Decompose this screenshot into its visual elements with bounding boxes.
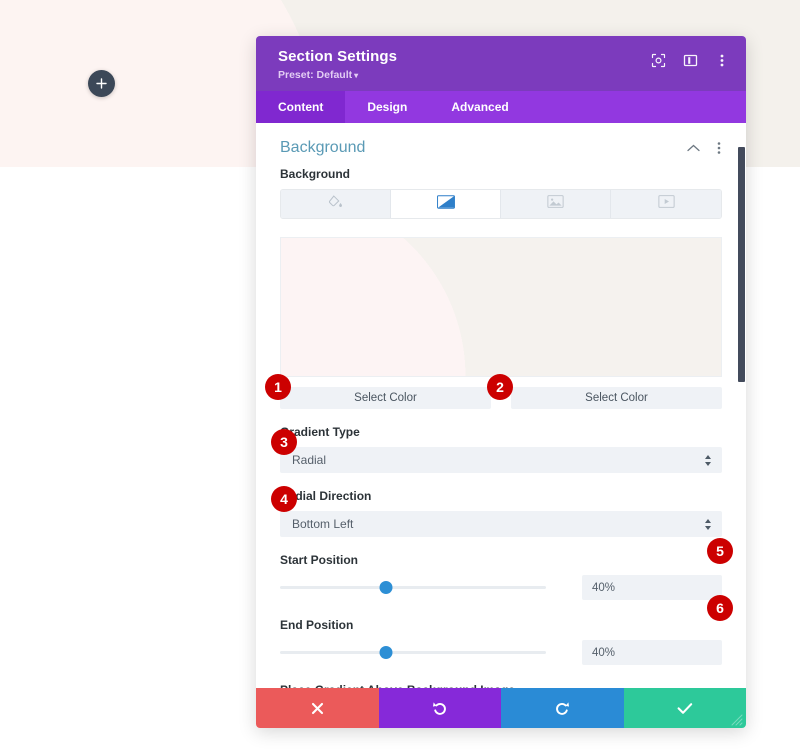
background-label: Background <box>280 167 351 181</box>
panel-layout-icon[interactable] <box>682 52 698 68</box>
bg-image-tab[interactable] <box>501 190 611 218</box>
gradient-type-value: Radial <box>292 453 327 467</box>
annotation-badge-6: 6 <box>707 595 733 621</box>
gradient-preview <box>280 237 722 377</box>
tab-advanced[interactable]: Advanced <box>429 91 530 123</box>
bg-color-tab[interactable] <box>281 190 391 218</box>
modal-footer <box>256 688 746 728</box>
modal-scrollbar-thumb[interactable] <box>738 147 745 382</box>
start-position-input[interactable] <box>582 575 722 600</box>
end-color-button[interactable]: Select Color <box>511 387 722 409</box>
cancel-button[interactable] <box>256 688 379 728</box>
modal-tabs: Content Design Advanced <box>256 91 746 123</box>
modal-header-icons <box>650 52 730 68</box>
slider-track <box>280 586 546 589</box>
bg-video-icon <box>657 195 675 213</box>
preset-selector[interactable]: Preset: Default ▾ <box>278 69 358 81</box>
chevron-up-icon[interactable] <box>686 141 700 155</box>
undo-button[interactable] <box>378 688 501 728</box>
radial-direction-value: Bottom Left <box>292 517 354 531</box>
tab-design[interactable]: Design <box>345 91 429 123</box>
radial-direction-select[interactable]: Bottom Left <box>280 511 722 537</box>
tab-content[interactable]: Content <box>256 91 346 123</box>
section-title: Background <box>280 139 366 156</box>
add-section-button[interactable] <box>88 70 115 97</box>
select-arrows-icon <box>704 518 712 531</box>
modal-body: Background Background Select Color Selec… <box>256 123 746 688</box>
background-field-group: Background Select Color Select Color Gra… <box>256 167 746 688</box>
modal-scrollbar-track[interactable] <box>738 123 746 688</box>
annotation-badge-3: 3 <box>271 429 297 455</box>
bg-color-icon <box>328 194 343 214</box>
end-position-label: End Position <box>280 618 354 632</box>
gradient-type-select[interactable]: Radial <box>280 447 722 473</box>
background-type-tabs <box>280 189 722 219</box>
check-icon <box>677 702 693 715</box>
kebab-menu-icon[interactable] <box>712 141 726 155</box>
start-color-button[interactable]: Select Color <box>280 387 491 409</box>
end-position-input[interactable] <box>582 640 722 665</box>
end-position-slider[interactable] <box>280 643 546 663</box>
undo-icon <box>432 700 448 716</box>
close-icon <box>311 702 324 715</box>
annotation-badge-2: 2 <box>487 374 513 400</box>
annotation-badge-5: 5 <box>707 538 733 564</box>
end-position-slider-row <box>280 640 722 665</box>
start-position-label: Start Position <box>280 553 359 567</box>
annotation-badge-4: 4 <box>271 486 297 512</box>
resize-grip-icon[interactable] <box>731 714 743 726</box>
redo-button[interactable] <box>501 688 624 728</box>
bg-gradient-icon <box>436 194 455 214</box>
bg-video-tab[interactable] <box>611 190 721 218</box>
background-section-header[interactable]: Background <box>256 123 746 167</box>
slider-handle[interactable] <box>379 581 393 594</box>
slider-track <box>280 651 546 654</box>
chevron-down-icon: ▾ <box>354 71 359 80</box>
annotation-badge-1: 1 <box>265 374 291 400</box>
redo-icon <box>554 700 570 716</box>
bg-gradient-tab[interactable] <box>391 190 501 218</box>
bg-image-icon <box>547 195 564 213</box>
gradient-type-label: Gradient Type <box>280 425 360 439</box>
save-button[interactable] <box>623 688 746 728</box>
slider-handle[interactable] <box>379 646 393 659</box>
kebab-menu-icon[interactable] <box>714 52 730 68</box>
focus-target-icon[interactable] <box>650 52 666 68</box>
start-position-slider-row <box>280 575 722 600</box>
plus-icon <box>96 78 107 89</box>
start-position-slider[interactable] <box>280 578 546 598</box>
radial-direction-label: Radial Direction <box>280 489 372 503</box>
section-header-actions <box>686 141 726 155</box>
modal-header: Section Settings Preset: Default ▾ <box>256 36 746 91</box>
select-arrows-icon <box>704 454 712 467</box>
preset-label: Preset: Default <box>278 69 353 81</box>
